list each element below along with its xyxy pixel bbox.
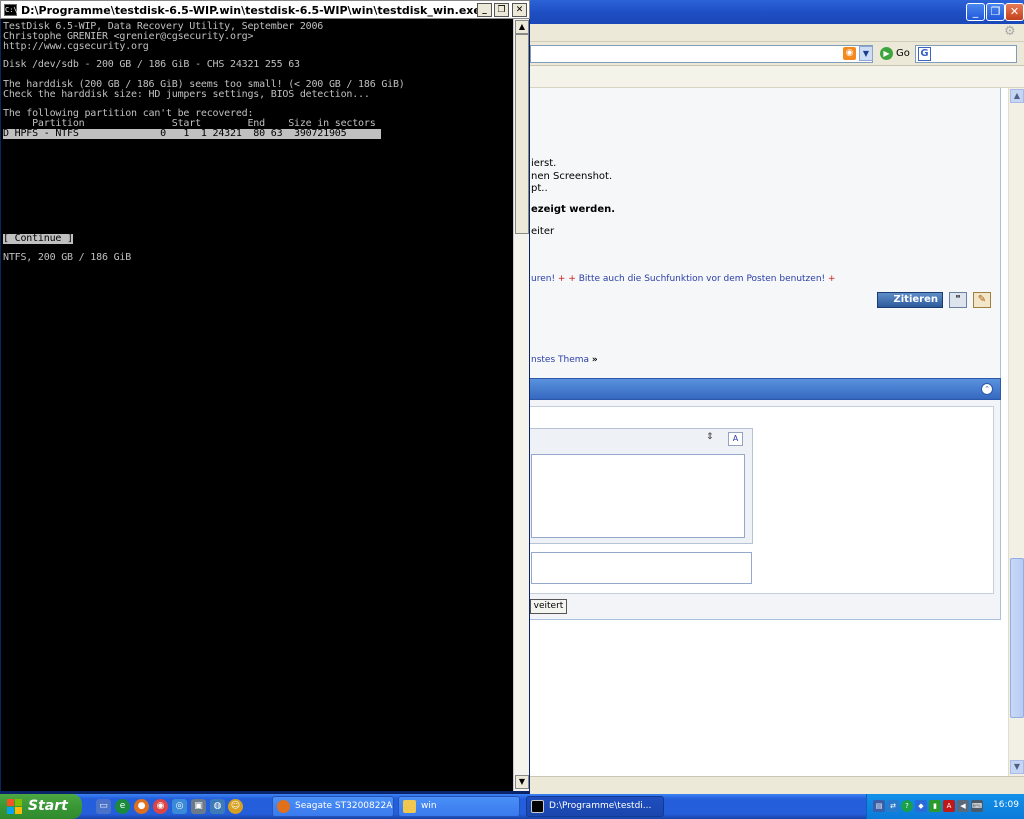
post-text-line: pt..: [531, 183, 548, 194]
close-icon[interactable]: ✕: [1005, 3, 1024, 21]
keyboard-icon[interactable]: ⌨: [971, 800, 983, 812]
post-text-line: nen Screenshot.: [531, 171, 613, 182]
media-icon[interactable]: ◉: [153, 799, 168, 814]
page-scrollbar[interactable]: ▲ ▼: [1008, 88, 1024, 776]
google-icon: G: [918, 47, 931, 61]
folder-icon: [403, 800, 416, 813]
notice-suffix: +: [828, 274, 836, 284]
messenger-icon[interactable]: ☺: [228, 799, 243, 814]
post-text-bold: ezeigt werden.: [531, 204, 616, 215]
quote-button[interactable]: Zitieren: [877, 292, 943, 308]
status-line: NTFS, 200 GB / 186 GiB: [3, 252, 132, 263]
task-label: win: [421, 801, 437, 811]
explorer-icon[interactable]: ◎: [172, 799, 187, 814]
edit-icon[interactable]: ✎: [973, 292, 991, 308]
speaker-icon[interactable]: ◀: [957, 800, 969, 812]
monitor-icon[interactable]: ▣: [191, 799, 206, 814]
multiquote-icon[interactable]: ": [949, 292, 967, 308]
console-line: Disk /dev/sdb - 200 GB / 186 GiB - CHS 2…: [3, 59, 300, 70]
quick-reply-header: [515, 378, 1001, 400]
globe-icon[interactable]: ◍: [210, 799, 225, 814]
address-input[interactable]: [530, 45, 873, 63]
console-app-icon[interactable]: C:\: [4, 4, 18, 16]
next-thread-arrow: »: [591, 355, 598, 365]
continue-button[interactable]: [ Continue ]: [3, 234, 73, 244]
ati-icon[interactable]: A: [943, 800, 955, 812]
notice-text: Bitte auch die Suchfunktion vor dem Post…: [575, 274, 828, 284]
battery-icon[interactable]: ▮: [929, 800, 941, 812]
minimize-icon[interactable]: _: [477, 3, 492, 17]
forum-notice: uren! + + Bitte auch die Suchfunktion vo…: [531, 274, 836, 284]
console-title: D:\Programme\testdisk-6.5-WIP.win\testdi…: [21, 4, 481, 17]
restore-icon[interactable]: ❐: [494, 3, 509, 17]
rss-icon[interactable]: ◉: [843, 47, 856, 60]
font-switch-icon[interactable]: A: [728, 432, 743, 446]
network-icon[interactable]: ▤: [873, 800, 885, 812]
help-icon[interactable]: ?: [901, 800, 913, 812]
task-label: D:\Programme\testdi...: [549, 801, 652, 811]
console-titlebar[interactable]: C:\ D:\Programme\testdisk-6.5-WIP.win\te…: [0, 0, 530, 19]
taskbar: Start ▭ e ● ◉ ◎ ▣ ◍ ☺ Seagate ST3200822A…: [0, 794, 1024, 819]
next-thread-label: nstes Thema: [531, 355, 590, 365]
shield-icon[interactable]: ◆: [915, 800, 927, 812]
resize-icon[interactable]: ⇕: [706, 432, 714, 442]
start-label: Start: [28, 798, 68, 814]
show-desktop-icon[interactable]: ▭: [96, 799, 111, 814]
minimize-icon[interactable]: _: [966, 3, 985, 21]
usb-icon[interactable]: ⇄: [887, 800, 899, 812]
scroll-up-icon[interactable]: ▲: [1010, 89, 1024, 103]
console-line: http://www.cgsecurity.org: [3, 41, 149, 52]
message-textarea[interactable]: [531, 454, 745, 538]
console-icon: [531, 800, 544, 813]
chevron-down-icon[interactable]: ▼: [859, 46, 873, 61]
console-screen[interactable]: TestDisk 6.5-WIP, Data Recovery Utility,…: [1, 19, 513, 791]
scroll-up-icon[interactable]: ▲: [515, 20, 529, 34]
gear-icon[interactable]: ⚙: [1004, 24, 1016, 39]
console-scrollbar[interactable]: ▲ ▼: [513, 19, 529, 791]
go-arrow-icon[interactable]: ▶: [880, 47, 893, 60]
restore-icon[interactable]: ❐: [986, 3, 1005, 21]
internet-icon[interactable]: e: [115, 799, 130, 814]
scroll-thumb[interactable]: [1010, 558, 1024, 718]
firefox-icon: [277, 800, 290, 813]
start-button[interactable]: Start: [0, 794, 82, 819]
firefox-icon[interactable]: ●: [134, 799, 149, 814]
post-text-line: ierst.: [531, 158, 557, 169]
search-input[interactable]: G: [915, 45, 1017, 63]
task-button-firefox[interactable]: Seagate ST3200822A...: [272, 796, 394, 817]
next-thread-link[interactable]: nstes Thema »: [531, 355, 598, 365]
scroll-thumb[interactable]: [515, 34, 529, 234]
collapse-icon[interactable]: ⌃: [981, 383, 993, 395]
scroll-down-icon[interactable]: ▼: [515, 775, 529, 789]
console-line: Check the harddisk size: HD jumpers sett…: [3, 89, 370, 100]
reason-input[interactable]: [531, 552, 752, 584]
notice-plus: + +: [557, 274, 576, 284]
task-button-console[interactable]: D:\Programme\testdi...: [526, 796, 664, 817]
clock: 16:09: [993, 800, 1019, 810]
partition-row[interactable]: D HPFS - NTFS 0 1 1 24321 80 63 39072190…: [3, 129, 381, 139]
console-window: C:\ D:\Programme\testdisk-6.5-WIP.win\te…: [0, 0, 530, 794]
scroll-down-icon[interactable]: ▼: [1010, 760, 1024, 774]
advanced-button[interactable]: veitert: [530, 599, 567, 614]
post-text-line: eiter: [531, 226, 555, 237]
notice-prefix: uren!: [531, 274, 558, 284]
windows-logo-icon: [7, 799, 22, 814]
go-button[interactable]: Go: [896, 48, 910, 59]
task-button-folder[interactable]: win: [398, 796, 520, 817]
task-label: Seagate ST3200822A...: [295, 801, 394, 811]
close-icon[interactable]: ✕: [512, 3, 527, 17]
